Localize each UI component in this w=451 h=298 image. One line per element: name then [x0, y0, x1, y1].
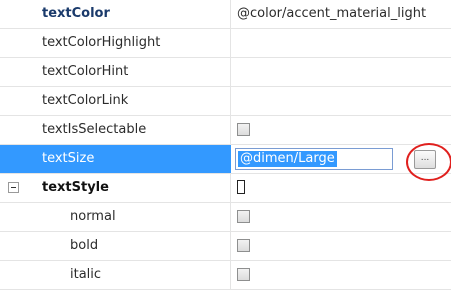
property-name: textColor	[42, 6, 110, 21]
property-category-name: textStyle	[42, 180, 109, 195]
property-row-textColorHighlight[interactable]: textColorHighlight	[0, 29, 451, 58]
property-value-cell[interactable]: @color/accent_material_light	[231, 0, 451, 28]
property-name-cell[interactable]: textSize	[0, 145, 231, 173]
textIsSelectable-checkbox[interactable]	[237, 123, 250, 136]
property-value-cell[interactable]: @dimen/Large ...	[231, 145, 451, 173]
property-value-cell[interactable]	[231, 261, 451, 289]
property-name-cell[interactable]: textColorLink	[0, 87, 231, 115]
property-name: textColorHighlight	[42, 35, 161, 50]
property-name-cell[interactable]: italic	[0, 261, 231, 289]
property-name: italic	[70, 267, 102, 282]
bold-checkbox[interactable]	[237, 239, 250, 252]
italic-checkbox[interactable]	[237, 268, 250, 281]
property-name: textColorHint	[42, 64, 129, 79]
property-name: bold	[70, 238, 99, 253]
property-value: @color/accent_material_light	[237, 6, 427, 21]
property-value-cell[interactable]	[231, 29, 451, 57]
property-row-textColorHint[interactable]: textColorHint	[0, 58, 451, 87]
property-name: normal	[70, 209, 116, 224]
property-name: textIsSelectable	[42, 122, 147, 137]
property-row-normal[interactable]: normal	[0, 203, 451, 232]
selected-value-text: @dimen/Large	[238, 151, 337, 167]
property-value-cell[interactable]	[231, 232, 451, 260]
textSize-value-input[interactable]: @dimen/Large	[235, 148, 393, 170]
property-row-italic[interactable]: italic	[0, 261, 451, 290]
browse-resource-button[interactable]: ...	[414, 150, 436, 169]
collapse-icon[interactable]	[8, 182, 19, 193]
property-row-textColorLink[interactable]: textColorLink	[0, 87, 451, 116]
property-row-textStyle[interactable]: textStyle	[0, 174, 451, 203]
property-grid: textColor @color/accent_material_light t…	[0, 0, 451, 298]
property-name: textColorLink	[42, 93, 129, 108]
property-name-cell[interactable]: bold	[0, 232, 231, 260]
property-name-cell[interactable]: textIsSelectable	[0, 116, 231, 144]
property-value-cell[interactable]	[231, 174, 451, 202]
property-value-cell[interactable]	[231, 203, 451, 231]
property-row-textSize[interactable]: textSize @dimen/Large ...	[0, 145, 451, 174]
property-name-cell[interactable]: textStyle	[0, 174, 231, 202]
property-value-cell[interactable]	[231, 116, 451, 144]
property-name-cell[interactable]: textColor	[0, 0, 231, 28]
property-name-cell[interactable]: normal	[0, 203, 231, 231]
unset-value-icon	[237, 180, 245, 194]
property-name-cell[interactable]: textColorHighlight	[0, 29, 231, 57]
property-name: textSize	[42, 151, 95, 166]
normal-checkbox[interactable]	[237, 210, 250, 223]
property-name-cell[interactable]: textColorHint	[0, 58, 231, 86]
property-row-bold[interactable]: bold	[0, 232, 451, 261]
property-value-cell[interactable]	[231, 58, 451, 86]
property-row-textIsSelectable[interactable]: textIsSelectable	[0, 116, 451, 145]
property-value-cell[interactable]	[231, 87, 451, 115]
property-row-textColor[interactable]: textColor @color/accent_material_light	[0, 0, 451, 29]
